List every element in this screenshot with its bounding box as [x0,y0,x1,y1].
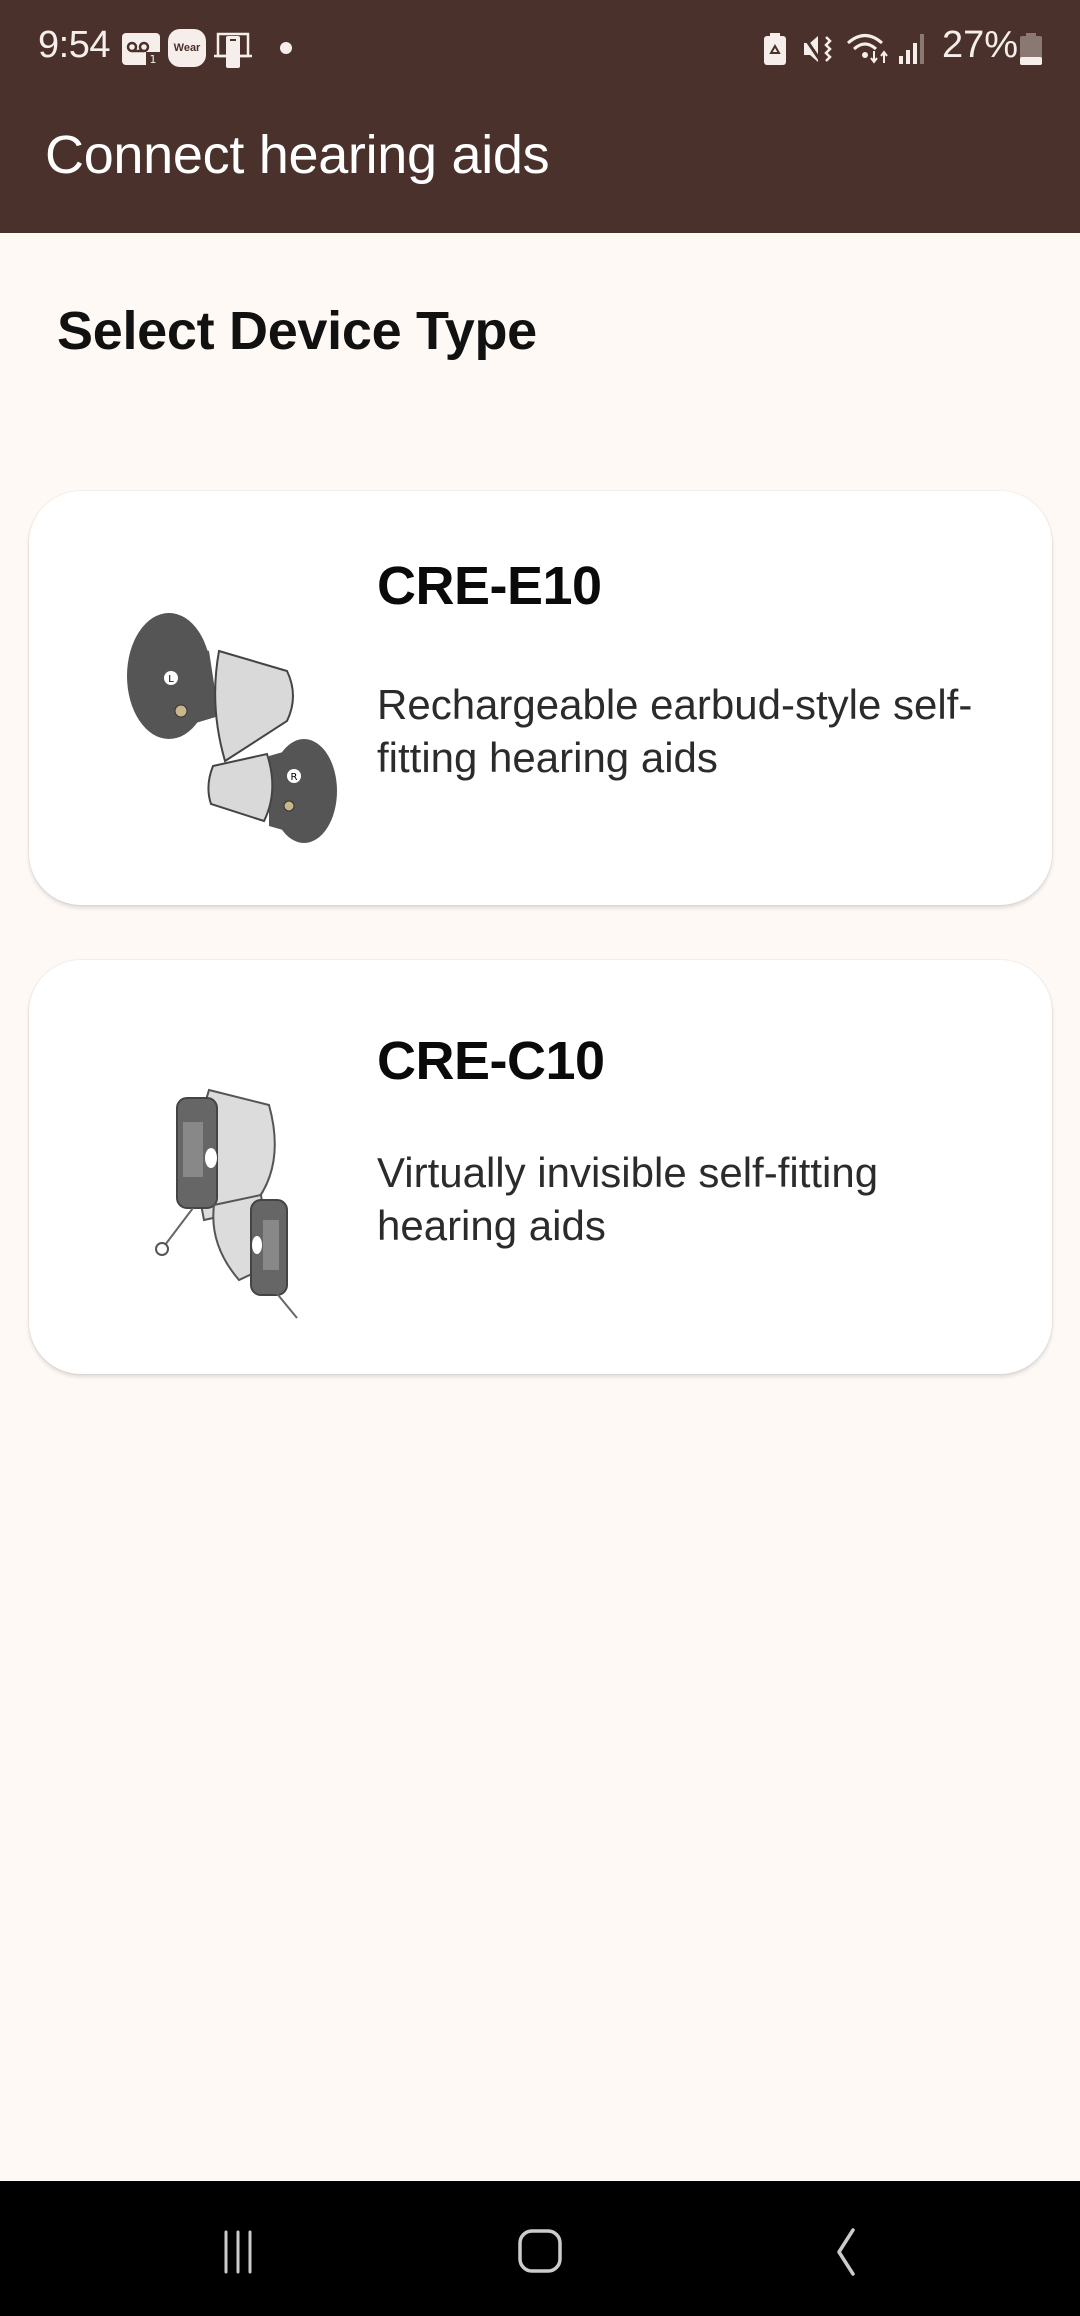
svg-text:R: R [291,772,298,783]
mute-vibrate-icon [802,33,834,65]
battery-icon [1020,33,1042,65]
status-time: 9:54 [38,24,110,66]
back-button[interactable] [795,2211,895,2291]
section-title: Select Device Type [57,301,537,361]
in-canal-hearing-aids-image [109,1060,359,1320]
app-title: Connect hearing aids [45,125,550,185]
battery-saver-icon [763,33,787,65]
recents-button[interactable] [188,2211,288,2291]
wifi-icon [846,31,892,65]
back-icon [837,2228,855,2276]
signal-icon [898,32,928,64]
notification-dot-icon [280,42,292,54]
svg-text:1: 1 [150,53,157,65]
battery-percent: 27% [942,24,1019,66]
recents-icon [224,2230,252,2274]
app-bar: Connect hearing aids [0,96,1080,233]
svg-text:L: L [168,674,174,685]
phone-dex-icon [214,32,252,68]
device-description: Virtually invisible self-fitting hearing… [377,1149,879,1249]
device-card-cre-c10[interactable]: CRE-C10 Virtually invisible self-fitting… [29,960,1052,1374]
earbud-hearing-aids-image: L R [109,596,359,856]
device-description: Rechargeable earbud-style self-fitting h… [377,681,973,781]
home-icon [518,2229,562,2273]
system-nav-bar [0,2181,1080,2316]
wear-icon: Wear [168,29,206,67]
voicemail-icon: 1 [122,33,160,65]
device-name: CRE-E10 [377,556,602,616]
home-button[interactable] [490,2211,590,2291]
status-bar: 9:54 1 Wear 27% [0,0,1080,96]
device-card-cre-e10[interactable]: L R CRE-E10 Rechargeable earbud-style se… [29,491,1052,905]
device-name: CRE-C10 [377,1031,605,1091]
